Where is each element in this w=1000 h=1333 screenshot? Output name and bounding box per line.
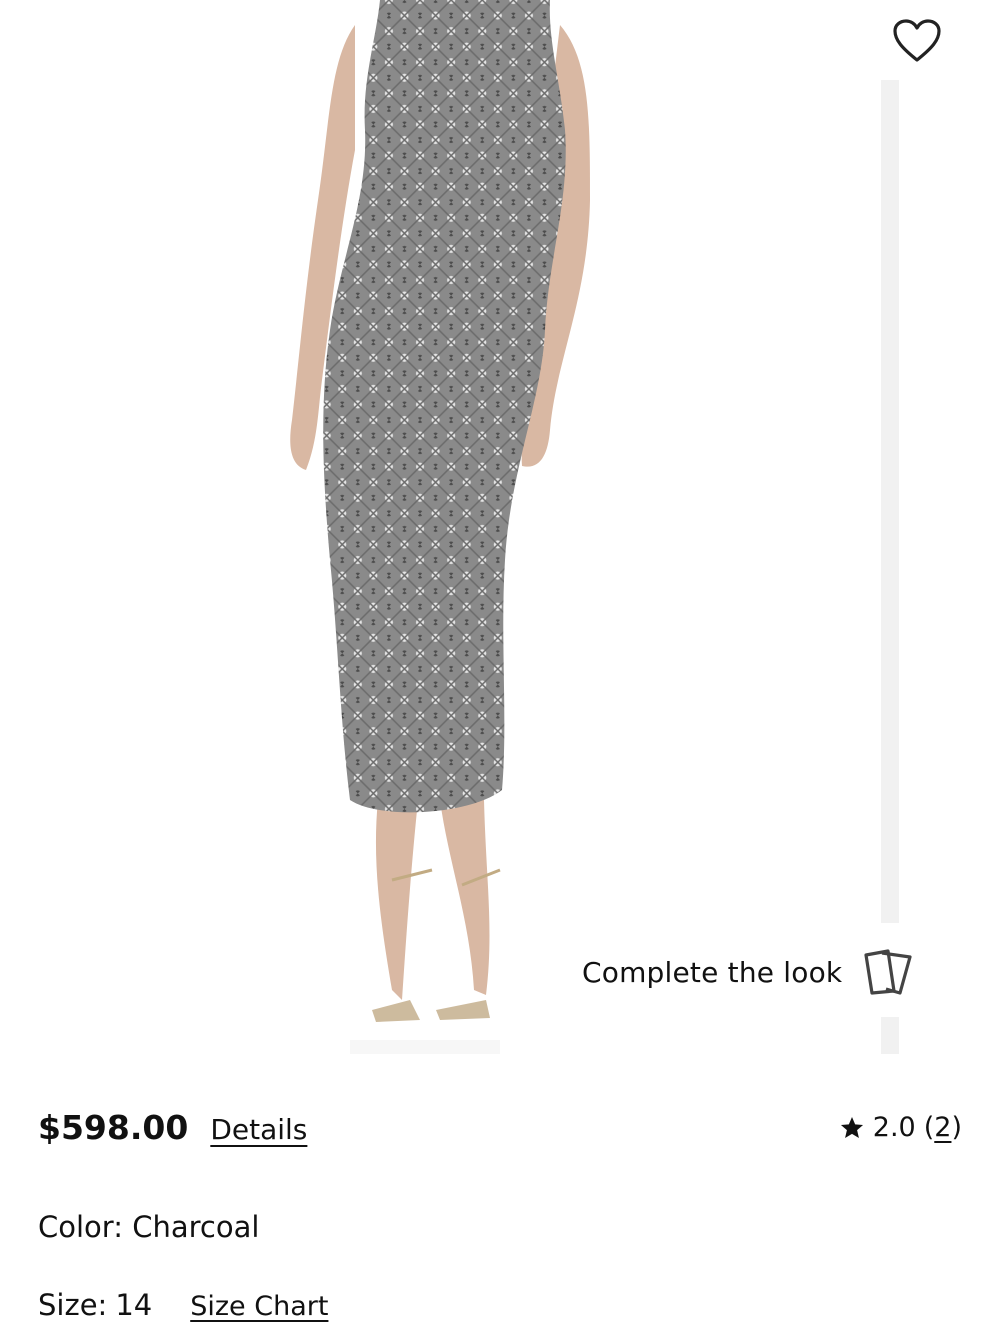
wishlist-button[interactable] bbox=[888, 12, 946, 70]
thumbnail-scroll-track-end[interactable] bbox=[881, 1017, 899, 1054]
star-icon bbox=[840, 1116, 863, 1138]
heart-outline-icon bbox=[893, 19, 941, 62]
product-rating[interactable]: 2.0 (2) bbox=[839, 1112, 962, 1143]
size-chart-link[interactable]: Size Chart bbox=[190, 1291, 328, 1322]
color-label: Color: bbox=[38, 1210, 123, 1244]
review-count-link[interactable]: 2 bbox=[934, 1112, 951, 1143]
product-image-gallery[interactable]: Complete the look bbox=[0, 0, 1000, 1060]
cards-icon bbox=[864, 949, 912, 995]
details-link[interactable]: Details bbox=[210, 1113, 307, 1146]
rating-value: 2.0 bbox=[872, 1112, 916, 1143]
size-label: Size: bbox=[38, 1288, 108, 1322]
price-row: $598.00 Details bbox=[38, 1108, 307, 1147]
thumbnail-scroll-track[interactable] bbox=[881, 80, 899, 923]
color-value: Charcoal bbox=[132, 1210, 260, 1244]
size-selection: Size: 14 Size Chart bbox=[38, 1288, 328, 1322]
product-price: $598.00 bbox=[38, 1108, 189, 1147]
product-photo[interactable] bbox=[0, 0, 880, 1060]
color-selection: Color: Charcoal bbox=[38, 1210, 259, 1244]
dress-image bbox=[290, 0, 590, 1054]
review-count: (2) bbox=[923, 1112, 962, 1143]
complete-the-look-label: Complete the look bbox=[582, 955, 843, 989]
size-value: 14 bbox=[115, 1288, 153, 1322]
complete-the-look-button[interactable]: Complete the look bbox=[582, 944, 916, 1000]
